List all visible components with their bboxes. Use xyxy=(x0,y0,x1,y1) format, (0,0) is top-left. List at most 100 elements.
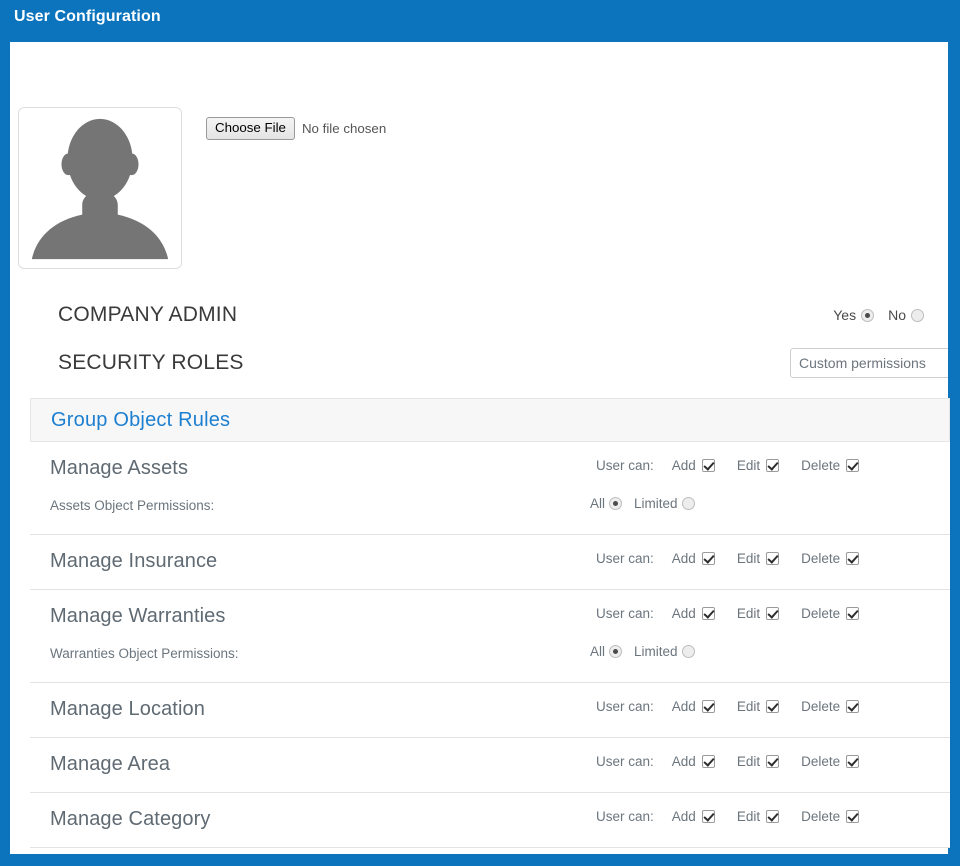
permission-checkbox[interactable] xyxy=(846,607,860,620)
object-permissions-row: Warranties Object Permissions: All Limited xyxy=(50,644,950,670)
permission-checkbox[interactable] xyxy=(846,810,860,823)
avatar-preview xyxy=(18,107,182,269)
object-permission-option-label: All xyxy=(590,496,606,511)
company-admin-row: COMPANY ADMIN Yes No xyxy=(18,300,938,348)
rule-title: Manage Area xyxy=(50,753,171,775)
rule-row: Manage Category User can: Add Edit Delete xyxy=(30,793,950,848)
rule-permissions: User can: Add Edit Delete xyxy=(596,458,860,473)
permission-checkbox[interactable] xyxy=(766,810,780,823)
object-permission-option-label: All xyxy=(590,644,606,659)
permission-checkbox[interactable] xyxy=(701,810,715,823)
permission-checkbox[interactable] xyxy=(701,607,715,620)
permission-checkbox[interactable] xyxy=(766,755,780,768)
rule-row: Manage Insurance User can: Add Edit Delete xyxy=(30,535,950,590)
permission-label: Add xyxy=(671,458,696,473)
security-roles-select[interactable]: Custom permissions xyxy=(790,348,948,378)
permission-item: Delete xyxy=(801,754,860,769)
identity-row: Choose File No file chosen xyxy=(18,107,938,287)
company-admin-control: Yes No xyxy=(833,300,938,330)
permission-label: Edit xyxy=(736,754,761,769)
permission-item: Add xyxy=(672,699,715,714)
object-permission-radio[interactable] xyxy=(609,497,623,510)
company-admin-yes-radio[interactable] xyxy=(861,308,875,322)
file-chosen-status: No file chosen xyxy=(301,121,387,136)
object-permissions-radio-group: All Limited xyxy=(590,644,695,659)
choose-file-button[interactable]: Choose File xyxy=(206,117,295,140)
rule-title: Manage Insurance xyxy=(50,550,218,572)
permission-label: Delete xyxy=(801,458,841,473)
permission-label: Add xyxy=(671,754,696,769)
company-admin-no-radio[interactable] xyxy=(911,308,924,322)
company-admin-yes-label: Yes xyxy=(833,307,857,323)
object-permissions-label: Warranties Object Permissions: xyxy=(50,646,239,661)
permission-item: Delete xyxy=(801,551,860,566)
user-can-label: User can: xyxy=(596,606,654,621)
permission-item: Delete xyxy=(801,606,860,621)
object-permission-option-label: Limited xyxy=(634,644,678,659)
object-permission-radio[interactable] xyxy=(609,645,623,658)
permission-label: Delete xyxy=(801,809,841,824)
permission-item: Edit xyxy=(736,754,780,769)
group-object-rules-panel: Group Object Rules Manage Assets User can… xyxy=(30,398,950,848)
permission-checkbox[interactable] xyxy=(846,459,860,472)
permission-item: Delete xyxy=(801,809,860,824)
rules-row-list: Manage Assets User can: Add Edit Delete Asset… xyxy=(30,442,950,848)
rule-main-line: Manage Assets User can: Add Edit Delete xyxy=(50,454,950,484)
permission-checkbox[interactable] xyxy=(846,700,860,713)
rule-main-line: Manage Category User can: Add Edit Delete xyxy=(50,805,950,835)
rule-permissions: User can: Add Edit Delete xyxy=(596,551,860,566)
company-admin-label: COMPANY ADMIN xyxy=(58,303,238,326)
permission-label: Add xyxy=(671,551,696,566)
rule-permissions: User can: Add Edit Delete xyxy=(596,754,860,769)
user-silhouette-icon xyxy=(31,118,169,260)
company-admin-radio-group: Yes No xyxy=(833,307,938,323)
permission-checkbox[interactable] xyxy=(701,459,715,472)
rule-main-line: Manage Area User can: Add Edit Delete xyxy=(50,750,950,780)
permission-item: Add xyxy=(672,606,715,621)
user-can-label: User can: xyxy=(596,809,654,824)
permission-item: Add xyxy=(672,809,715,824)
rule-title: Manage Category xyxy=(50,808,211,830)
company-admin-no-label: No xyxy=(888,307,906,323)
avatar-file-upload: Choose File No file chosen xyxy=(206,117,386,140)
rule-row: Manage Location User can: Add Edit Delete xyxy=(30,683,950,738)
permission-checkbox[interactable] xyxy=(766,552,780,565)
rule-main-line: Manage Location User can: Add Edit Delete xyxy=(50,695,950,725)
permission-item: Add xyxy=(672,551,715,566)
permission-checkbox[interactable] xyxy=(766,459,780,472)
permission-item: Add xyxy=(672,458,715,473)
rule-title: Manage Location xyxy=(50,698,205,720)
permission-item: Edit xyxy=(736,699,780,714)
permission-item: Delete xyxy=(801,458,860,473)
permission-checkbox[interactable] xyxy=(701,755,715,768)
rule-main-line: Manage Insurance User can: Add Edit Delete xyxy=(50,547,950,577)
rule-title: Manage Assets xyxy=(50,457,189,479)
permission-label: Delete xyxy=(801,551,841,566)
permission-item: Edit xyxy=(737,458,780,473)
security-roles-label: SECURITY ROLES xyxy=(58,351,244,374)
permission-item: Edit xyxy=(737,809,780,824)
permission-checkbox[interactable] xyxy=(701,552,715,565)
permission-checkbox[interactable] xyxy=(701,700,715,713)
group-object-rules-heading: Group Object Rules xyxy=(30,398,950,442)
permission-label: Add xyxy=(671,606,696,621)
permission-label: Edit xyxy=(736,551,761,566)
permission-item: Delete xyxy=(801,699,860,714)
object-permission-radio[interactable] xyxy=(681,645,695,658)
user-can-label: User can: xyxy=(596,754,654,769)
permission-label: Delete xyxy=(801,699,841,714)
permission-label: Edit xyxy=(736,606,761,621)
permission-checkbox[interactable] xyxy=(846,552,860,565)
permission-checkbox[interactable] xyxy=(846,755,860,768)
permission-checkbox[interactable] xyxy=(766,700,780,713)
permission-checkbox[interactable] xyxy=(766,607,780,620)
permission-item: Edit xyxy=(736,551,780,566)
object-permission-radio[interactable] xyxy=(681,497,695,510)
permission-label: Delete xyxy=(801,606,841,621)
rule-main-line: Manage Warranties User can: Add Edit Delete xyxy=(50,602,950,632)
permission-label: Edit xyxy=(736,699,761,714)
object-permissions-radio-group: All Limited xyxy=(590,496,695,511)
permission-label: Add xyxy=(671,699,696,714)
object-permission-option-label: Limited xyxy=(634,496,678,511)
rule-permissions: User can: Add Edit Delete xyxy=(596,699,860,714)
